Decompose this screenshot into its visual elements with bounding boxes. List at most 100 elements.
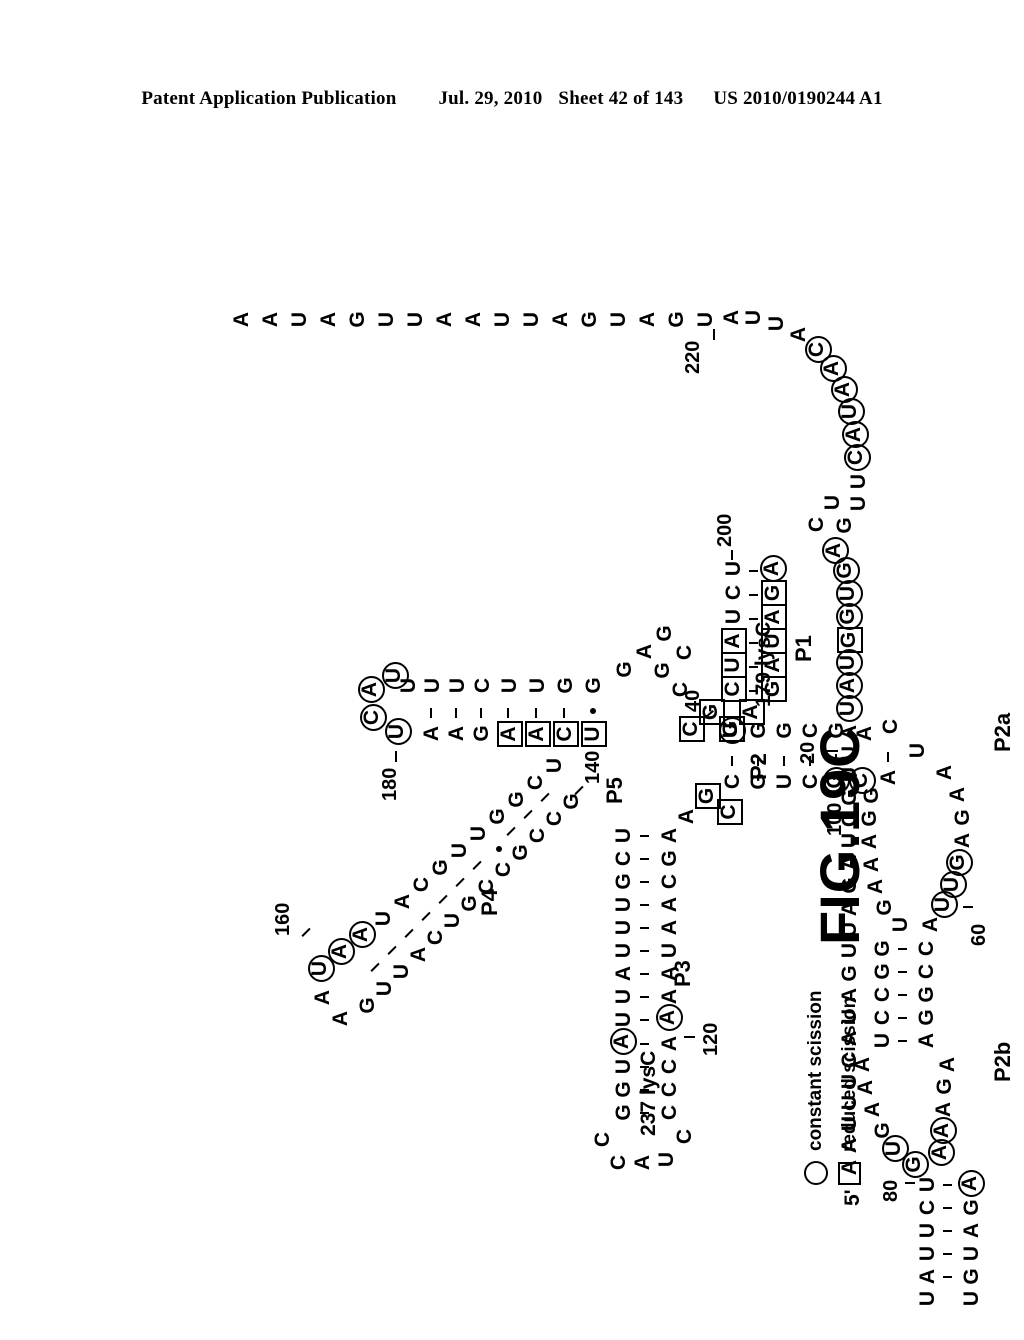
nt-p3u-3: U: [612, 1058, 635, 1075]
nt-5p-29: A: [822, 537, 849, 564]
nt-5p-25: G: [837, 627, 863, 653]
p4-bond-9: [404, 928, 414, 939]
p3-bond-5: [640, 1018, 649, 1021]
p2-bond-1: [731, 756, 734, 766]
nt-p3d-10: A: [658, 896, 681, 913]
nt-p2b-d3: A: [960, 1222, 983, 1239]
nt-5p-8: U: [838, 1008, 861, 1025]
nt-p3d-3: C: [658, 1058, 681, 1075]
nt-p4r-8: U: [448, 842, 471, 859]
five-prime-label: 5': [841, 1189, 864, 1206]
tick-60: [963, 905, 973, 908]
nt-p3d-9: A: [658, 919, 681, 936]
p1-bond-6: [749, 569, 758, 572]
position-label-80: 80: [880, 1179, 902, 1202]
rna-secondary-structure-diagram: FIG.19C constant scission reduced scissi…: [62, 180, 1015, 1340]
nt-p5r-5: C: [471, 677, 494, 694]
nt-p2b-la-2: A: [854, 1079, 877, 1096]
figure-19c-rotated-wrapper: FIG.19C constant scission reduced scissi…: [62, 180, 1015, 1340]
nt-5p-20: U: [838, 745, 861, 762]
tick-200: [731, 550, 734, 560]
nt-p4r-5: A: [391, 893, 414, 910]
nt-p2b-u3: U: [916, 1222, 939, 1239]
nt-p2a-u5: U: [871, 1032, 894, 1049]
nt-p5r-7: U: [421, 677, 444, 694]
nt-p3u-10: U: [612, 896, 635, 913]
p4-bond-7: [438, 894, 448, 905]
nt-p2r-8: U: [906, 742, 929, 759]
nt-p1l-6: A: [760, 555, 787, 582]
nt-5p-10: G: [838, 965, 861, 982]
nt-loopB-3: A: [864, 878, 887, 895]
nt-p3loop-2: A: [631, 1154, 654, 1171]
nt-p2b-u4: U: [916, 1245, 939, 1262]
nt-3p-u9: U: [520, 311, 543, 328]
nt-3p-u5: U: [765, 315, 788, 332]
nt-p2r-3: G: [773, 722, 796, 739]
nt-3p-g: G: [833, 517, 856, 534]
position-label-180: 180: [379, 767, 401, 801]
nt-p3d-14: A: [675, 808, 698, 825]
nt-p4r-12: C: [524, 774, 547, 791]
p1-bond-3: [749, 641, 758, 644]
nt-loopA-4: A: [951, 832, 974, 849]
p1-bond-4: [749, 617, 758, 620]
nt-p1-ext-4: C: [679, 716, 705, 742]
nt-5p-1: A: [838, 1159, 861, 1176]
nt-p3d-8: U: [658, 942, 681, 959]
tick-100: [848, 816, 858, 819]
nt-3p-u3: U: [847, 473, 870, 490]
p4-wobble: [496, 846, 502, 852]
nt-3p-a10: A: [317, 311, 340, 328]
legend-row-constant: constant scission: [804, 991, 828, 1185]
p4-bond-5: [472, 860, 482, 871]
p3-bond-11: [640, 880, 649, 883]
nt-5p-15: A: [838, 854, 861, 871]
p3-bond-7: [640, 972, 649, 975]
nt-p3u-7: A: [612, 965, 635, 982]
nt-3p-u13: U: [288, 311, 311, 328]
nt-p2r-7: C: [879, 718, 902, 735]
nt-link-2: C: [717, 799, 743, 825]
tick-220: [713, 329, 716, 340]
nt-p5loop-2: C: [360, 704, 387, 731]
nt-p4r-4: U: [372, 910, 395, 927]
p4-bond-11: [370, 962, 380, 973]
nt-p3u-12: C: [612, 850, 635, 867]
nt-p4l-13: G: [356, 997, 379, 1014]
nt-p2b-la-1: A: [851, 1056, 874, 1073]
nt-loopB-2: G: [873, 899, 896, 916]
nt-p2a-u4: C: [871, 1009, 894, 1026]
p2-bond-3: [783, 756, 786, 766]
nt-p2r-4: C: [799, 722, 822, 739]
nt-p3d-5: A: [656, 1004, 683, 1031]
p5-bond-7: [430, 708, 433, 718]
nt-p2r-2: G: [747, 722, 770, 739]
p4-bond-8: [421, 911, 431, 922]
nt-p3u-2: G: [612, 1081, 635, 1098]
nt-p3u-4: A: [610, 1028, 637, 1055]
nt-p5l-6: A: [445, 725, 468, 742]
nt-p4r-13: U: [543, 757, 566, 774]
p5-wobble: [590, 708, 596, 714]
nt-3p-a4: A: [787, 326, 810, 343]
nt-p2b-d2: G: [960, 1199, 983, 1216]
nt-p2b-d1: A: [958, 1170, 985, 1197]
nt-p3u-13: U: [612, 827, 635, 844]
nt-p5loop-4: U: [382, 662, 409, 689]
helix-label-p5: P5: [602, 777, 627, 804]
nt-3p-a12: A: [230, 311, 253, 328]
nt-p3loop-1: C: [607, 1154, 630, 1171]
nt-p2b-u6: U: [916, 1290, 939, 1307]
position-label-120: 120: [700, 1022, 722, 1056]
header-date: Jul. 29, 2010: [438, 88, 543, 109]
tick-120: [684, 1035, 695, 1038]
p4-bond-1: [540, 792, 550, 803]
nt-p2b-la-6: G: [902, 1151, 929, 1178]
helix-label-p1: P1: [791, 635, 816, 662]
nt-p4r-9: U: [467, 825, 490, 842]
nt-p2l-3: C: [721, 773, 744, 790]
p3-bond-10: [640, 903, 649, 906]
position-label-60: 60: [968, 923, 990, 946]
nt-p1l-5: G: [761, 580, 787, 606]
